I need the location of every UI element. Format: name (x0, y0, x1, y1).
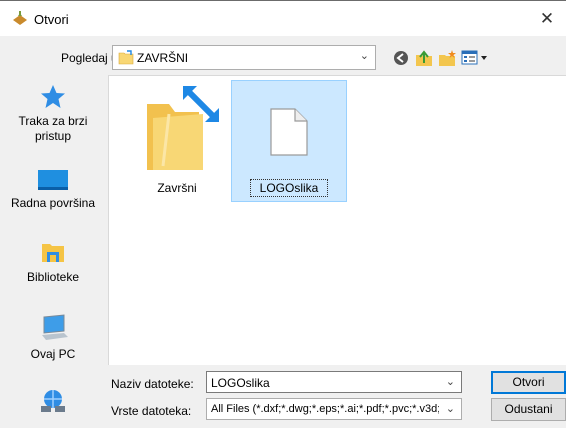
place-libraries[interactable]: Biblioteke (0, 238, 106, 285)
place-desktop[interactable]: Radna površina (0, 168, 106, 211)
desktop-icon (38, 170, 68, 190)
back-icon[interactable] (390, 48, 412, 68)
open-app-icon (13, 11, 27, 25)
file-item-selected[interactable]: LOGOslika (231, 80, 347, 202)
new-folder-icon[interactable] (436, 48, 458, 68)
file-type-dropdown[interactable]: All Files (*.dxf;*.dwg;*.eps;*.ai;*.pdf;… (206, 398, 462, 420)
file-item-folder[interactable]: Završni (119, 80, 235, 202)
view-menu-icon[interactable] (460, 48, 490, 68)
file-type-label: Vrste datoteka: (111, 404, 192, 418)
open-button[interactable]: Otvori (491, 371, 566, 394)
place-this-pc[interactable]: Ovaj PC (0, 313, 106, 362)
network-icon (41, 390, 65, 412)
file-item-label: Završni (157, 181, 197, 195)
file-type-value: All Files (*.dxf;*.dwg;*.eps;*.ai;*.pdf;… (211, 403, 439, 415)
chevron-down-icon: ⌄ (359, 50, 369, 62)
file-item-label: LOGOslika (250, 179, 328, 197)
place-label: Biblioteke (26, 270, 80, 284)
window-title: Otvori (34, 12, 69, 27)
folder-icon (118, 50, 134, 65)
look-in-dropdown[interactable]: ZAVRŠNI ⌄ (112, 45, 376, 70)
cancel-button[interactable]: Odustani (491, 398, 566, 421)
close-button[interactable]: ✕ (534, 6, 560, 32)
title-bar: Otvori ✕ (0, 0, 566, 36)
file-name-label: Naziv datoteke: (111, 377, 194, 391)
up-folder-icon[interactable] (413, 48, 435, 68)
chevron-down-icon: ⌄ (445, 403, 455, 415)
quick-access-star-icon (41, 85, 65, 108)
this-pc-icon (42, 314, 68, 340)
place-quick-access[interactable]: Traka za brzi pristup (0, 84, 106, 144)
places-bar: Traka za brzi pristup Radna površina Bib… (0, 76, 106, 428)
place-label: Traka za brzi pristup (18, 114, 88, 143)
folder-shortcut-icon (147, 86, 219, 170)
file-name-value: LOGOslika (211, 376, 270, 390)
document-icon (270, 108, 308, 156)
look-in-value: ZAVRŠNI (137, 51, 189, 65)
place-network[interactable] (0, 387, 106, 419)
place-label: Ovaj PC (30, 347, 76, 361)
file-list-view[interactable]: Završni LOGOslika (108, 75, 566, 365)
file-name-input[interactable]: LOGOslika ⌄ (206, 371, 462, 393)
place-label: Radna površina (10, 196, 96, 210)
libraries-icon (42, 244, 64, 262)
chevron-down-icon[interactable]: ⌄ (446, 375, 455, 388)
